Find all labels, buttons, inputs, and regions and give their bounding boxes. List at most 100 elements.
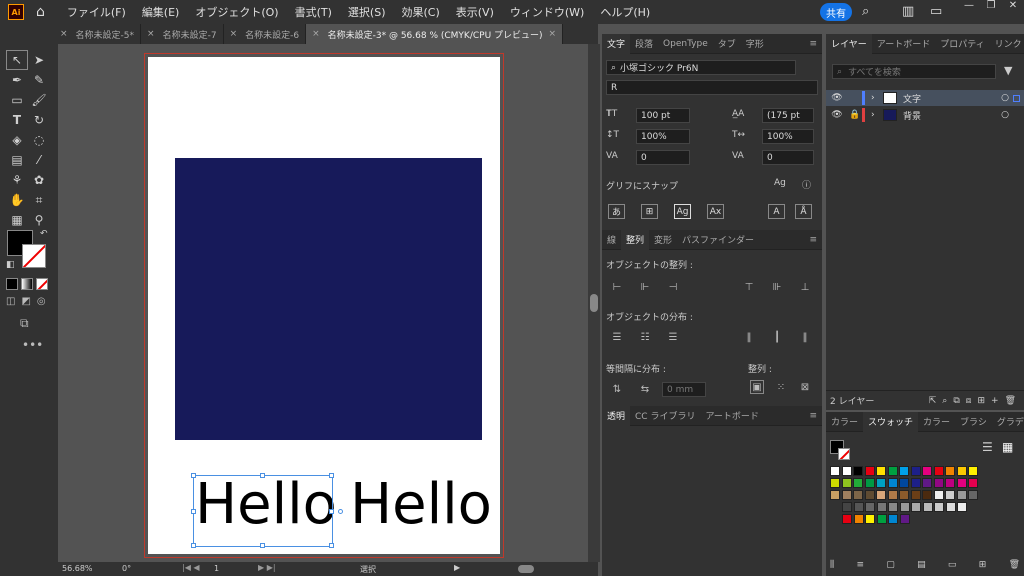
expand-chevron-icon[interactable]: › xyxy=(871,93,883,103)
align-left-icon[interactable]: ⊢ xyxy=(610,280,624,294)
tab-paragraph[interactable]: 段落 xyxy=(630,37,658,50)
dist-bottom-icon[interactable]: ☰ xyxy=(666,330,680,344)
swatch-chip[interactable] xyxy=(910,490,921,500)
swatch-chip[interactable] xyxy=(945,490,955,500)
swatch-chip[interactable] xyxy=(945,502,956,512)
hello-text-2[interactable]: Hello xyxy=(350,470,492,540)
align-right-icon[interactable]: ⊣ xyxy=(666,280,680,294)
tab-transparency[interactable]: 透明 xyxy=(602,405,631,426)
none-mode-icon[interactable] xyxy=(36,278,48,290)
lasso-tool-icon[interactable]: ◌ xyxy=(28,130,50,150)
blend-tool-icon[interactable]: ⚘ xyxy=(6,170,28,190)
swatch-chip[interactable] xyxy=(956,490,967,500)
tab-gradient[interactable]: グラデ xyxy=(992,415,1024,428)
swatch-chip[interactable] xyxy=(888,514,898,524)
swatch-chip[interactable] xyxy=(899,478,909,488)
snap-italic-icon[interactable]: Å xyxy=(795,204,812,219)
menu-file[interactable]: ファイル(F) xyxy=(67,4,126,20)
tab-links[interactable]: リンク xyxy=(990,37,1024,50)
gradient-tool-icon[interactable]: ▤ xyxy=(6,150,28,170)
next-page-icon[interactable]: ▶ ▶| xyxy=(258,563,276,572)
tab-swatches[interactable]: スウォッチ xyxy=(863,411,919,432)
dist-top-icon[interactable]: ☰ xyxy=(610,330,624,344)
swatch-options-icon[interactable]: ▤ xyxy=(917,560,926,570)
rotate-tool-icon[interactable]: ↻ xyxy=(28,110,50,130)
swatch-chip[interactable] xyxy=(956,466,967,476)
tab-transform[interactable]: 変形 xyxy=(649,233,677,246)
arrange-icon[interactable]: ▭ xyxy=(930,4,942,19)
swatch-chip[interactable] xyxy=(876,478,886,488)
swatch-chip[interactable] xyxy=(887,466,898,476)
list-view-icon[interactable]: ☰ xyxy=(982,440,993,454)
swatch-chip[interactable] xyxy=(841,490,852,500)
artboard-tool-icon[interactable]: ⌗ xyxy=(28,190,50,210)
type-tool-icon[interactable]: T xyxy=(6,110,28,130)
paintbrush-tool-icon[interactable]: 🖌 xyxy=(28,90,50,110)
out-port-handle[interactable] xyxy=(338,509,343,514)
dist-vcenter-icon[interactable]: ☷ xyxy=(638,330,652,344)
scroll-thumb[interactable] xyxy=(590,294,598,312)
target-icon[interactable]: ○ xyxy=(1001,110,1009,120)
more-tools-icon[interactable]: ••• xyxy=(22,338,43,352)
share-button[interactable]: 共有 xyxy=(820,3,852,21)
swatch-chip[interactable] xyxy=(876,514,887,524)
selection-indicator[interactable] xyxy=(1013,94,1020,102)
target-icon[interactable]: ○ xyxy=(1001,93,1009,103)
screen-mode-icon[interactable]: ⧉ xyxy=(20,316,29,331)
stroke-swatch[interactable] xyxy=(22,244,46,268)
snap-glyph-3-icon[interactable]: Ag xyxy=(674,204,691,219)
handle-top-left[interactable] xyxy=(191,473,196,478)
swatch-chip[interactable] xyxy=(853,466,863,476)
tab-doc-5[interactable]: × 名称未設定-5* xyxy=(58,24,142,44)
swatch-chip[interactable] xyxy=(899,502,910,512)
restore-icon[interactable]: ❐ xyxy=(980,0,1002,14)
align-vcenter-icon[interactable]: ⊪ xyxy=(770,280,784,294)
align-hcenter-icon[interactable]: ⊩ xyxy=(638,280,652,294)
snap-glyph-4-icon[interactable]: Ax xyxy=(707,204,724,219)
menu-window[interactable]: ウィンドウ(W) xyxy=(510,4,584,20)
close-icon[interactable]: ✕ xyxy=(1002,0,1024,14)
panel-menu-icon[interactable]: ≡ xyxy=(804,235,822,245)
spacing-value-field[interactable]: 0 mm xyxy=(662,382,706,397)
swatch-chip[interactable] xyxy=(842,502,852,512)
menu-effect[interactable]: 効果(C) xyxy=(402,4,440,20)
handle-bottom-left[interactable] xyxy=(191,543,196,548)
info-icon[interactable]: ⓘ xyxy=(802,178,811,191)
handle-left[interactable] xyxy=(191,509,196,514)
menu-edit[interactable]: 編集(E) xyxy=(142,4,180,20)
new-group-icon[interactable]: ▭ xyxy=(948,560,957,570)
tab-pathfinder[interactable]: パスファインダー xyxy=(677,233,759,246)
menu-type[interactable]: 書式(T) xyxy=(295,4,332,20)
tab-doc-3[interactable]: × 名称未設定-3* @ 56.68 % (CMYK/CPU プレビュー) × xyxy=(306,24,564,44)
swatch-chip[interactable] xyxy=(864,466,875,476)
eraser-tool-icon[interactable]: ◈ xyxy=(6,130,28,150)
swatch-chip[interactable] xyxy=(830,466,840,476)
swatch-chip[interactable] xyxy=(830,478,840,488)
hand-tool-icon[interactable]: ✋ xyxy=(6,190,28,210)
dist-hcenter-icon[interactable]: ┃ xyxy=(770,330,784,344)
eyedropper-tool-icon[interactable]: ⁄ xyxy=(28,150,50,170)
font-style-field[interactable]: R xyxy=(606,80,818,95)
swatch-chip[interactable] xyxy=(945,466,955,476)
tab-color-guide[interactable]: カラー xyxy=(918,415,955,428)
symbol-sprayer-icon[interactable]: ✿ xyxy=(28,170,50,190)
menu-view[interactable]: 表示(V) xyxy=(456,4,494,20)
tab-glyphs[interactable]: 字形 xyxy=(741,37,769,50)
minimize-icon[interactable]: — xyxy=(958,0,980,14)
lock-icon[interactable]: 🔒 xyxy=(848,110,862,120)
handle-bottom[interactable] xyxy=(260,543,265,548)
font-size-field[interactable]: 100 pt xyxy=(636,108,690,123)
vertical-scrollbar[interactable] xyxy=(588,44,600,562)
swatch-chip[interactable] xyxy=(934,502,944,512)
zoom-level[interactable]: 56.68% xyxy=(62,564,93,573)
swatch-chip[interactable] xyxy=(887,490,898,500)
tab-doc-6[interactable]: × 名称未設定-6 xyxy=(224,24,307,44)
snap-angle-icon[interactable]: A xyxy=(768,204,785,219)
dist-left-icon[interactable]: ‖ xyxy=(742,330,756,344)
tab-tabs[interactable]: タブ xyxy=(713,37,741,50)
swatch-chip[interactable] xyxy=(933,466,944,476)
snap-glyph-2-icon[interactable]: ⊞ xyxy=(641,204,658,219)
visibility-eye-icon[interactable]: 👁 xyxy=(826,110,848,120)
layers-search-input[interactable]: ⌕ すべてを検索 xyxy=(832,64,996,79)
space-vertical-icon[interactable]: ⇅ xyxy=(610,382,624,396)
